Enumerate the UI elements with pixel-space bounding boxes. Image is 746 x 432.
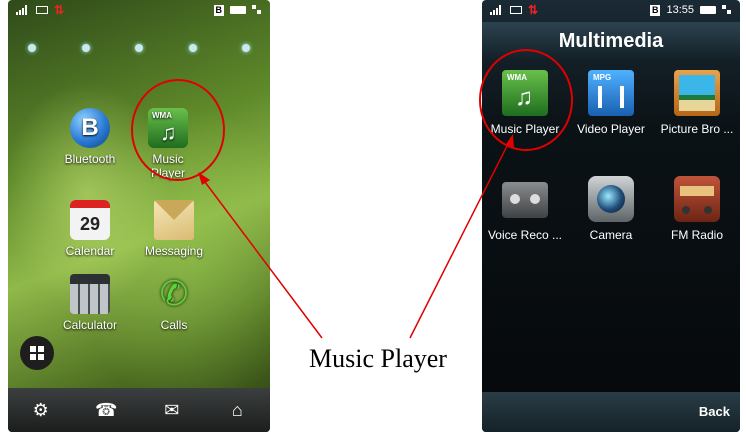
highlight-circle-right xyxy=(479,49,573,151)
arrow-head-left xyxy=(198,172,210,185)
annotation-overlay xyxy=(131,49,573,339)
annotation-arrow-left xyxy=(201,177,323,339)
highlight-circle-left xyxy=(131,79,225,181)
annotation-arrow-right xyxy=(409,139,511,339)
